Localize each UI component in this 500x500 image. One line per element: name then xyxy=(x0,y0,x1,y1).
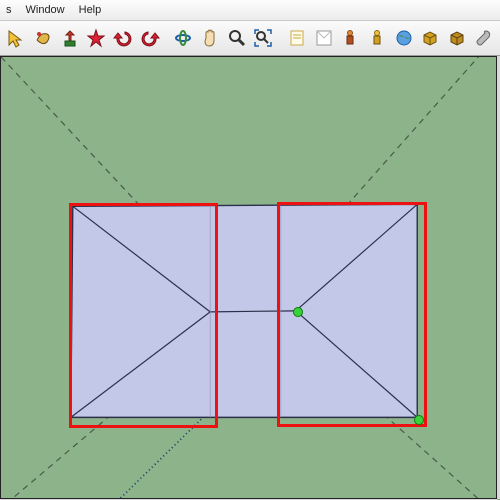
zoom-extents-icon[interactable] xyxy=(251,24,276,52)
wrench-icon[interactable] xyxy=(471,24,496,52)
figure-icon[interactable] xyxy=(338,24,363,52)
box2-icon[interactable] xyxy=(445,24,470,52)
viewport-canvas[interactable] xyxy=(0,56,497,499)
endpoint-corner xyxy=(414,415,424,425)
menu-item[interactable]: s xyxy=(6,4,12,16)
sheet-icon[interactable] xyxy=(311,24,336,52)
menu-bar[interactable]: s Window Help xyxy=(0,0,500,21)
menu-item-window[interactable]: Window xyxy=(26,4,65,16)
paint-icon[interactable] xyxy=(31,24,56,52)
select-icon[interactable] xyxy=(4,24,29,52)
zoom-icon[interactable] xyxy=(224,24,249,52)
doc-icon[interactable] xyxy=(285,24,310,52)
highlight-left xyxy=(69,203,218,428)
pan-icon[interactable] xyxy=(198,24,223,52)
box-icon[interactable] xyxy=(418,24,443,52)
undo-icon[interactable] xyxy=(111,24,136,52)
toolbar xyxy=(0,21,500,56)
menu-item-help[interactable]: Help xyxy=(79,4,102,16)
viewport[interactable] xyxy=(0,56,500,500)
endpoint-mid xyxy=(293,307,303,317)
redo-icon[interactable] xyxy=(137,24,162,52)
star-icon[interactable] xyxy=(84,24,109,52)
figure2-icon[interactable] xyxy=(365,24,390,52)
push-icon[interactable] xyxy=(57,24,82,52)
orbit-icon[interactable] xyxy=(171,24,196,52)
globe-icon[interactable] xyxy=(391,24,416,52)
